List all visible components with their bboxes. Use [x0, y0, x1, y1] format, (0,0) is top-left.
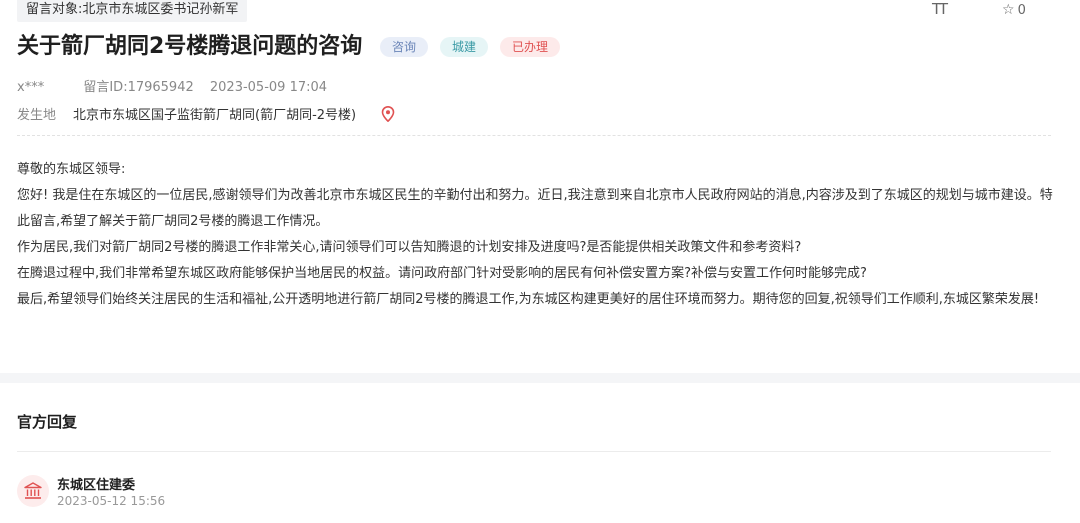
location-pin-icon[interactable] — [381, 105, 395, 122]
tag-status-done: 已办理 — [500, 37, 561, 57]
reply-divider — [17, 451, 1051, 452]
message-datetime: 2023-05-09 17:04 — [209, 80, 328, 95]
divider — [17, 135, 1051, 136]
tag-construction: 城建 — [440, 37, 489, 57]
message-paragraph: 尊敬的东城区领导: — [17, 162, 126, 177]
message-paragraph: 作为居民,我们对箭厂胡同2号楼的腾退工作非常关心,请问领导们可以告知腾退的计划安… — [17, 240, 802, 255]
tag-list: 咨询 城建 已办理 — [380, 37, 561, 57]
star-icon: ☆ — [1002, 2, 1015, 18]
message-meta: x*** 留言ID:17965942 2023-05-09 17:04 — [17, 76, 327, 95]
message-paragraph: 最后,希望领导们始终关注居民的生活和福祉,公开透明地进行箭厂胡同2号楼的腾退工作… — [17, 292, 1040, 307]
location-row: 发生地 北京市东城区国子监街箭厂胡同(箭厂胡同-2号楼) — [17, 104, 395, 123]
reply-department: 东城区住建委 — [57, 478, 136, 493]
location-value: 北京市东城区国子监街箭厂胡同(箭厂胡同-2号楼) — [73, 108, 357, 123]
message-target-tag: 留言对象:北京市东城区委书记孙新军 — [17, 0, 248, 22]
font-size-icon[interactable]: TT — [932, 0, 948, 18]
message-body: 尊敬的东城区领导: 您好! 我是住在东城区的一位居民,感谢领导们为改善北京市东城… — [17, 157, 1057, 313]
message-id: 留言ID:17965942 — [83, 80, 194, 95]
message-card: 留言对象:北京市东城区委书记孙新军 TT ☆ 0 关于箭厂胡同2号楼腾退问题的咨询… — [0, 0, 1080, 373]
star-count: 0 — [1017, 3, 1026, 18]
location-label: 发生地 — [17, 108, 57, 123]
reply-datetime: 2023-05-12 15:56 — [57, 494, 166, 508]
author-name: x*** — [17, 80, 45, 95]
message-paragraph: 在腾退过程中,我们非常希望东城区政府能够保护当地居民的权益。请问政府部门针对受影… — [17, 266, 867, 281]
government-building-icon — [17, 475, 49, 507]
message-title: 关于箭厂胡同2号楼腾退问题的咨询 — [17, 34, 363, 59]
message-paragraph: 您好! 我是住在东城区的一位居民,感谢领导们为改善北京市东城区民生的辛勤付出和努… — [17, 188, 1053, 229]
tag-consult: 咨询 — [380, 37, 429, 57]
reply-section-title: 官方回复 — [17, 413, 78, 431]
star-button[interactable]: ☆ 0 — [1002, 2, 1026, 18]
